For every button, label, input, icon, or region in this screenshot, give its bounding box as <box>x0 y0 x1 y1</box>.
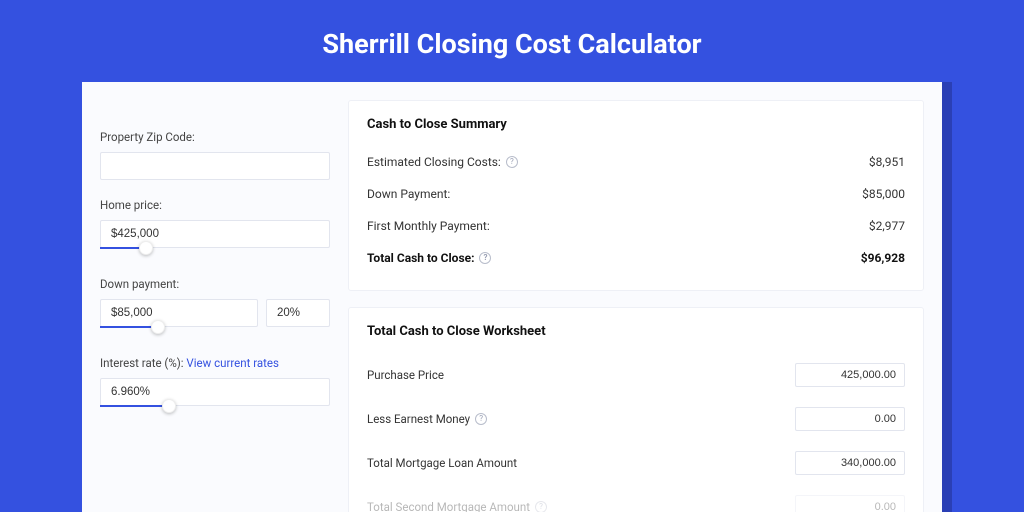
down-payment-slider[interactable] <box>100 326 330 342</box>
worksheet-heading: Total Cash to Close Worksheet <box>367 324 905 339</box>
worksheet-panel: Total Cash to Close Worksheet Purchase P… <box>348 307 924 512</box>
home-price-slider[interactable] <box>100 247 330 263</box>
down-payment-input[interactable] <box>100 299 258 327</box>
earnest-money-input[interactable] <box>795 407 905 431</box>
down-payment-pct-input[interactable] <box>266 299 330 327</box>
zip-label: Property Zip Code: <box>100 130 330 144</box>
help-icon[interactable]: ? <box>479 252 491 264</box>
worksheet-row-label: Total Mortgage Loan Amount <box>367 456 517 470</box>
summary-row-label: First Monthly Payment: <box>367 219 490 233</box>
worksheet-row: Purchase Price <box>367 353 905 397</box>
worksheet-row-label: Total Second Mortgage Amount <box>367 500 530 512</box>
summary-row-value: $8,951 <box>869 155 905 169</box>
summary-row-label: Down Payment: <box>367 187 450 201</box>
worksheet-row-label: Less Earnest Money <box>367 412 470 426</box>
home-price-input[interactable] <box>100 220 330 248</box>
purchase-price-input[interactable] <box>795 363 905 387</box>
view-rates-link[interactable]: View current rates <box>186 356 279 370</box>
inputs-panel: Property Zip Code: Home price: Down paym… <box>100 100 330 512</box>
page-title: Sherrill Closing Cost Calculator <box>0 0 1024 82</box>
worksheet-row: Total Second Mortgage Amount ? <box>367 485 905 512</box>
summary-row-value: $2,977 <box>869 219 905 233</box>
down-payment-label: Down payment: <box>100 277 330 291</box>
summary-total-row: Total Cash to Close: ? $96,928 <box>367 242 905 274</box>
second-mortgage-input[interactable] <box>795 495 905 512</box>
worksheet-row: Less Earnest Money ? <box>367 397 905 441</box>
worksheet-row-label: Purchase Price <box>367 368 444 382</box>
help-icon[interactable]: ? <box>475 413 487 425</box>
summary-row: First Monthly Payment: $2,977 <box>367 210 905 242</box>
summary-panel: Cash to Close Summary Estimated Closing … <box>348 100 924 291</box>
worksheet-row: Total Mortgage Loan Amount <box>367 441 905 485</box>
zip-input[interactable] <box>100 152 330 180</box>
help-icon[interactable]: ? <box>506 156 518 168</box>
interest-rate-label: Interest rate (%): View current rates <box>100 356 330 370</box>
summary-total-value: $96,928 <box>861 251 905 265</box>
summary-total-label: Total Cash to Close: <box>367 251 474 265</box>
calculator-card-wrap: Property Zip Code: Home price: Down paym… <box>82 82 942 512</box>
summary-row: Down Payment: $85,000 <box>367 178 905 210</box>
interest-rate-input[interactable] <box>100 378 330 406</box>
summary-row-label: Estimated Closing Costs: <box>367 155 501 169</box>
summary-heading: Cash to Close Summary <box>367 117 905 132</box>
summary-row-value: $85,000 <box>862 187 905 201</box>
results-column: Cash to Close Summary Estimated Closing … <box>348 100 924 512</box>
calculator-card: Property Zip Code: Home price: Down paym… <box>82 82 942 512</box>
mortgage-loan-input[interactable] <box>795 451 905 475</box>
home-price-label: Home price: <box>100 198 330 212</box>
summary-row: Estimated Closing Costs: ? $8,951 <box>367 146 905 178</box>
interest-rate-slider[interactable] <box>100 405 330 421</box>
help-icon[interactable]: ? <box>535 501 547 512</box>
